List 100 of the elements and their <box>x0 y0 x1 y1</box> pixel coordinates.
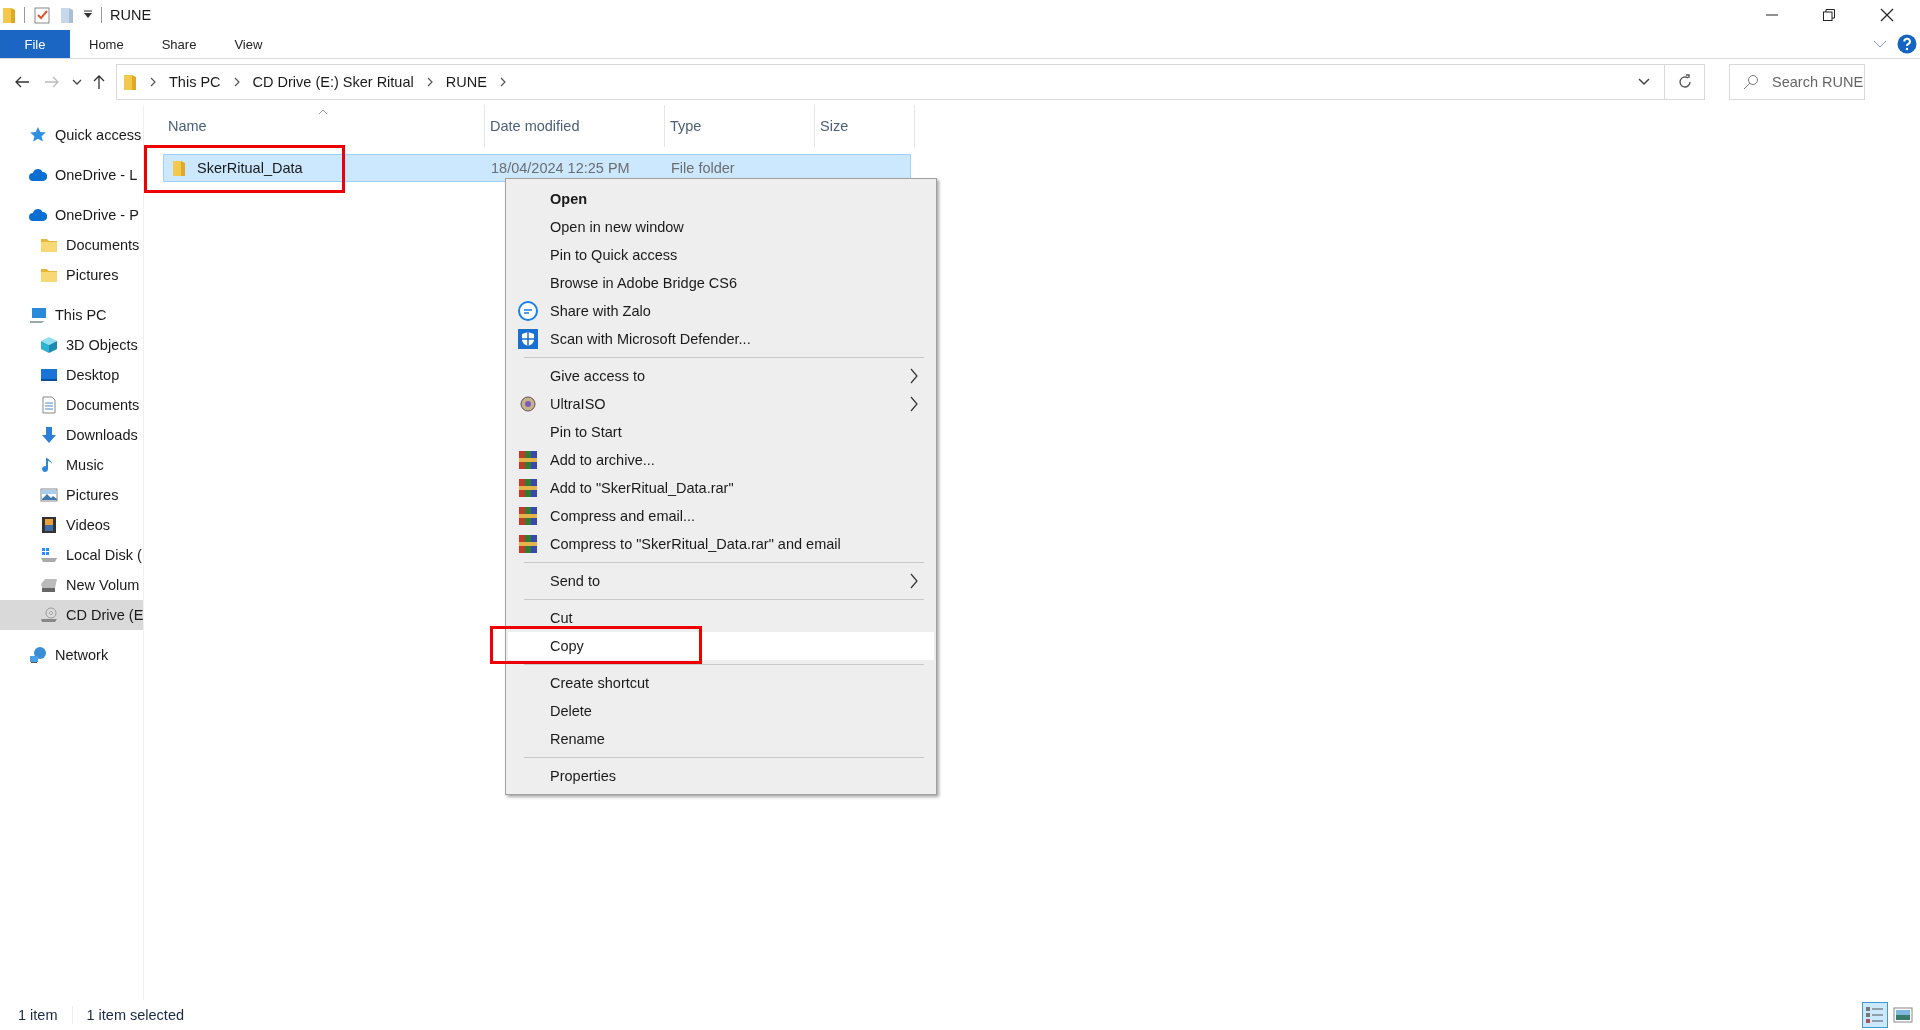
desktop-icon <box>40 366 58 384</box>
breadcrumb[interactable]: CD Drive (E:) Sker Ritual <box>252 74 414 90</box>
recent-caret-icon[interactable] <box>72 78 82 86</box>
sidebar-item[interactable]: Network <box>0 640 143 670</box>
cloud-icon <box>29 206 47 224</box>
chevron-icon <box>498 77 507 87</box>
expand-ribbon-icon[interactable] <box>1873 39 1887 49</box>
menu-item[interactable]: Pin to Quick access <box>508 241 934 269</box>
folder-icon <box>2 6 16 24</box>
menu-item[interactable]: Scan with Microsoft Defender... <box>508 325 934 353</box>
sidebar-item[interactable]: OneDrive - P <box>0 200 143 230</box>
star-icon <box>29 126 47 144</box>
restore-icon[interactable] <box>1823 9 1835 21</box>
menu-item[interactable]: Share with Zalo <box>508 297 934 325</box>
menu-item[interactable]: Create shortcut <box>508 669 934 697</box>
sidebar-item[interactable]: Documents <box>0 230 143 260</box>
network-icon <box>29 646 47 664</box>
column-header[interactable]: Type <box>665 105 815 147</box>
type-cell-text: File folder <box>670 159 736 178</box>
cube-icon <box>40 336 58 354</box>
archive-books-icon <box>518 534 538 554</box>
menu-item[interactable]: Delete <box>508 697 934 725</box>
refresh-icon <box>1676 74 1693 90</box>
file-row[interactable]: SkerRitual_Data 18/04/2024 12:25 PM File folder <box>163 154 911 182</box>
image-icon <box>40 486 58 504</box>
menu-item[interactable]: Pin to Start <box>508 418 934 446</box>
menu-item[interactable]: Open <box>508 185 934 213</box>
sidebar-item[interactable]: Downloads <box>0 420 143 450</box>
sidebar-item[interactable]: Documents <box>0 390 143 420</box>
menu-item[interactable]: Send to <box>508 567 934 595</box>
archive-books-icon <box>518 506 538 526</box>
cd-drive-icon <box>40 606 58 624</box>
sidebar-item[interactable]: Quick access <box>0 120 143 150</box>
sidebar-item[interactable]: Videos <box>0 510 143 540</box>
column-header[interactable]: Date modified <box>485 105 665 147</box>
menu-item[interactable]: Compress to "SkerRitual_Data.rar" and email <box>508 530 934 558</box>
sidebar-item[interactable]: New Volum <box>0 570 143 600</box>
ribbon-tab[interactable]: Home <box>70 30 143 58</box>
menu-item[interactable]: UltraISO <box>508 390 934 418</box>
shield-icon <box>518 329 538 349</box>
menu-item[interactable]: Compress and email... <box>508 502 934 530</box>
folder-icon <box>40 236 58 254</box>
sidebar-item[interactable]: Local Disk ( <box>0 540 143 570</box>
cloud-icon <box>29 166 47 184</box>
window-title: RUNE <box>110 7 152 23</box>
up-arrow-icon[interactable] <box>92 74 106 90</box>
column-header[interactable]: Size <box>815 105 915 147</box>
help-icon[interactable] <box>1897 34 1917 54</box>
document-icon <box>40 396 58 414</box>
sidebar-item[interactable]: CD Drive (E <box>0 600 143 630</box>
refresh-button[interactable] <box>1665 64 1705 100</box>
back-arrow-icon[interactable] <box>14 75 30 89</box>
close-icon[interactable] <box>1880 8 1894 22</box>
sort-caret-icon <box>318 109 328 115</box>
archive-books-icon <box>518 478 538 498</box>
download-arrow-icon <box>40 426 58 444</box>
column-header[interactable]: Name <box>163 105 485 147</box>
computer-icon <box>29 306 47 324</box>
menu-item[interactable]: Rename <box>508 725 934 753</box>
chevron-icon <box>149 77 157 87</box>
drive-icon <box>40 576 58 594</box>
folder-icon <box>123 73 137 91</box>
item-count: 1 item <box>18 1007 58 1023</box>
file-tab[interactable]: File <box>0 30 70 58</box>
menu-item[interactable]: Open in new window <box>508 213 934 241</box>
menu-item[interactable]: Copy <box>508 632 934 660</box>
address-bar[interactable]: This PC CD Drive (E:) Sker Ritual RUNE <box>116 64 1665 100</box>
ribbon-tab[interactable]: View <box>215 30 282 58</box>
dropdown-caret-icon[interactable] <box>1638 78 1650 86</box>
sidebar-item[interactable]: Pictures <box>0 260 143 290</box>
sidebar-item[interactable]: Pictures <box>0 480 143 510</box>
chevron-icon <box>425 77 434 87</box>
menu-item[interactable]: Give access to <box>508 362 934 390</box>
drive-icon <box>40 546 58 564</box>
film-icon <box>40 516 58 534</box>
selection-count: 1 item selected <box>86 1007 185 1023</box>
sidebar-item[interactable]: Music <box>0 450 143 480</box>
breadcrumb[interactable]: This PC <box>169 74 221 90</box>
sidebar-item[interactable]: OneDrive - L <box>0 160 143 190</box>
menu-item[interactable]: Add to archive... <box>508 446 934 474</box>
sidebar-item[interactable]: Desktop <box>0 360 143 390</box>
breadcrumb[interactable]: RUNE <box>445 74 487 90</box>
details-view-button[interactable] <box>1862 1002 1888 1028</box>
sidebar-item[interactable]: 3D Objects <box>0 330 143 360</box>
archive-books-icon <box>518 450 538 470</box>
disc-icon <box>518 394 538 414</box>
chevron-icon <box>232 77 241 87</box>
folder-icon <box>172 159 186 177</box>
properties-check-icon[interactable] <box>33 6 51 24</box>
folder-icon <box>40 266 58 284</box>
sidebar-item[interactable]: This PC <box>0 300 143 330</box>
file-name: SkerRitual_Data <box>197 160 303 176</box>
ribbon-tab[interactable]: Share <box>142 30 216 58</box>
menu-item[interactable]: Properties <box>508 762 934 790</box>
menu-item[interactable]: Add to "SkerRitual_Data.rar" <box>508 474 934 502</box>
search-field[interactable]: Search RUNE <box>1729 64 1865 100</box>
menu-item[interactable]: Browse in Adobe Bridge CS6 <box>508 269 934 297</box>
menu-item[interactable]: Cut <box>508 604 934 632</box>
customize-caret-icon[interactable] <box>83 10 93 20</box>
search-icon <box>1743 74 1759 90</box>
